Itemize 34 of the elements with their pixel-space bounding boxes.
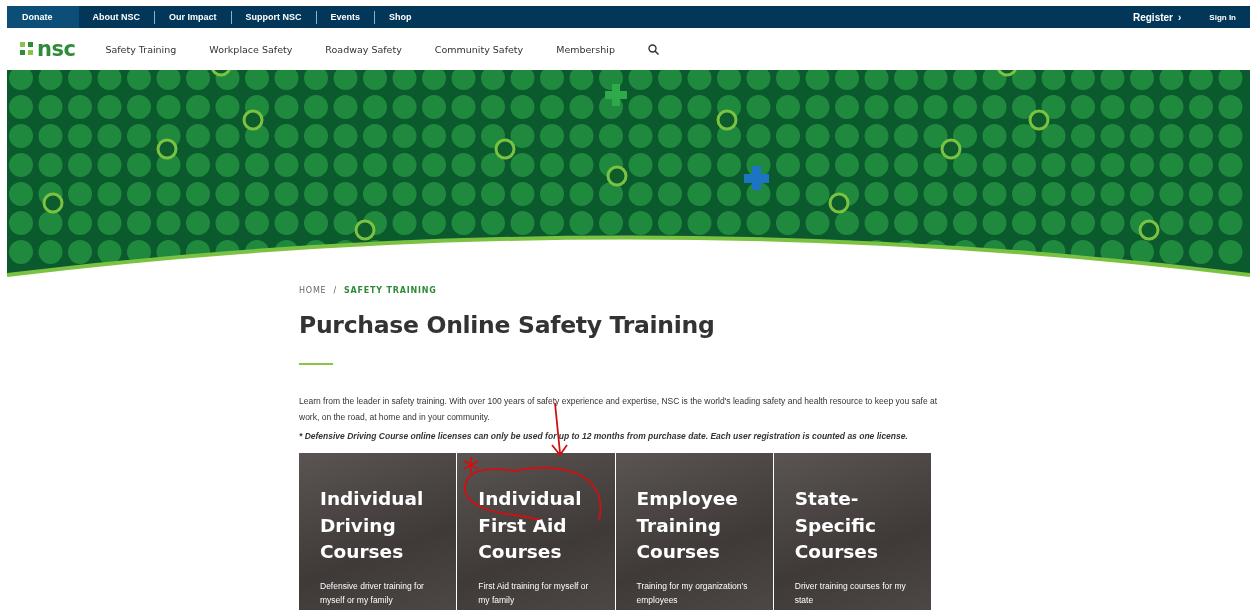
register-link[interactable]: Register › — [1132, 11, 1182, 23]
utility-link[interactable]: Support NSC — [231, 6, 316, 28]
card-description: First Aid training for myself or my family — [478, 579, 590, 607]
license-note: * Defensive Driving Course online licenses can only be used for up to 12 months from purchase date. Each user registration is counted as one license. — [299, 431, 909, 441]
card-title: State-Specific Courses — [794, 487, 879, 564]
breadcrumb-link[interactable]: HOME — [299, 286, 327, 295]
card-title: Employee Training Courses — [636, 487, 739, 564]
card-title: Individual First Aid Courses — [478, 487, 583, 564]
search-icon[interactable] — [647, 43, 659, 55]
course-card[interactable]: Employee Training Courses Training for my organization's employees — [615, 453, 773, 610]
nav-link[interactable]: Roadway Safety — [325, 43, 402, 55]
nav-link[interactable]: Safety Training — [105, 43, 177, 55]
card-description: Training for my organization's employees — [636, 579, 749, 607]
breadcrumb-separator: / — [333, 286, 337, 295]
breadcrumb-link[interactable]: SAFETY TRAINING — [344, 286, 437, 295]
logo-mark-icon — [20, 42, 34, 56]
nav-link[interactable]: Workplace Safety — [209, 43, 293, 55]
page-title: Purchase Online Safety Training — [299, 311, 716, 339]
utility-link[interactable]: Donate — [7, 6, 79, 28]
card-title: Individual Driving Courses — [320, 487, 425, 564]
card-description: Driver training courses for my state — [794, 579, 907, 607]
nsc-logo[interactable]: nsc — [20, 37, 76, 61]
utility-link[interactable]: Shop — [375, 6, 426, 28]
sign-in-link[interactable]: Sign In — [1209, 12, 1236, 22]
nav-link[interactable]: Community Safety — [434, 43, 524, 55]
course-card[interactable]: State-Specific Courses Driver training courses for my state — [773, 453, 931, 610]
intro-paragraph: Learn from the leader in safety training. With over 100 years of safety experience and expertise, NSC is the world's leading safety and health resource to keep you safe at work, on the road, at home and in your community. — [299, 395, 939, 424]
course-card[interactable]: Individual First Aid Courses First Aid training for myself or my family — [457, 453, 615, 610]
utility-link[interactable]: Events — [316, 6, 375, 28]
course-card[interactable]: Individual Driving Courses Defensive driver training for myself or my family — [299, 453, 457, 610]
card-description: Defensive driver training for myself or my family — [320, 579, 425, 607]
utility-link[interactable]: About NSC — [78, 6, 154, 28]
nav-link[interactable]: Membership — [556, 43, 615, 55]
utility-link[interactable]: Our Impact — [155, 6, 231, 28]
